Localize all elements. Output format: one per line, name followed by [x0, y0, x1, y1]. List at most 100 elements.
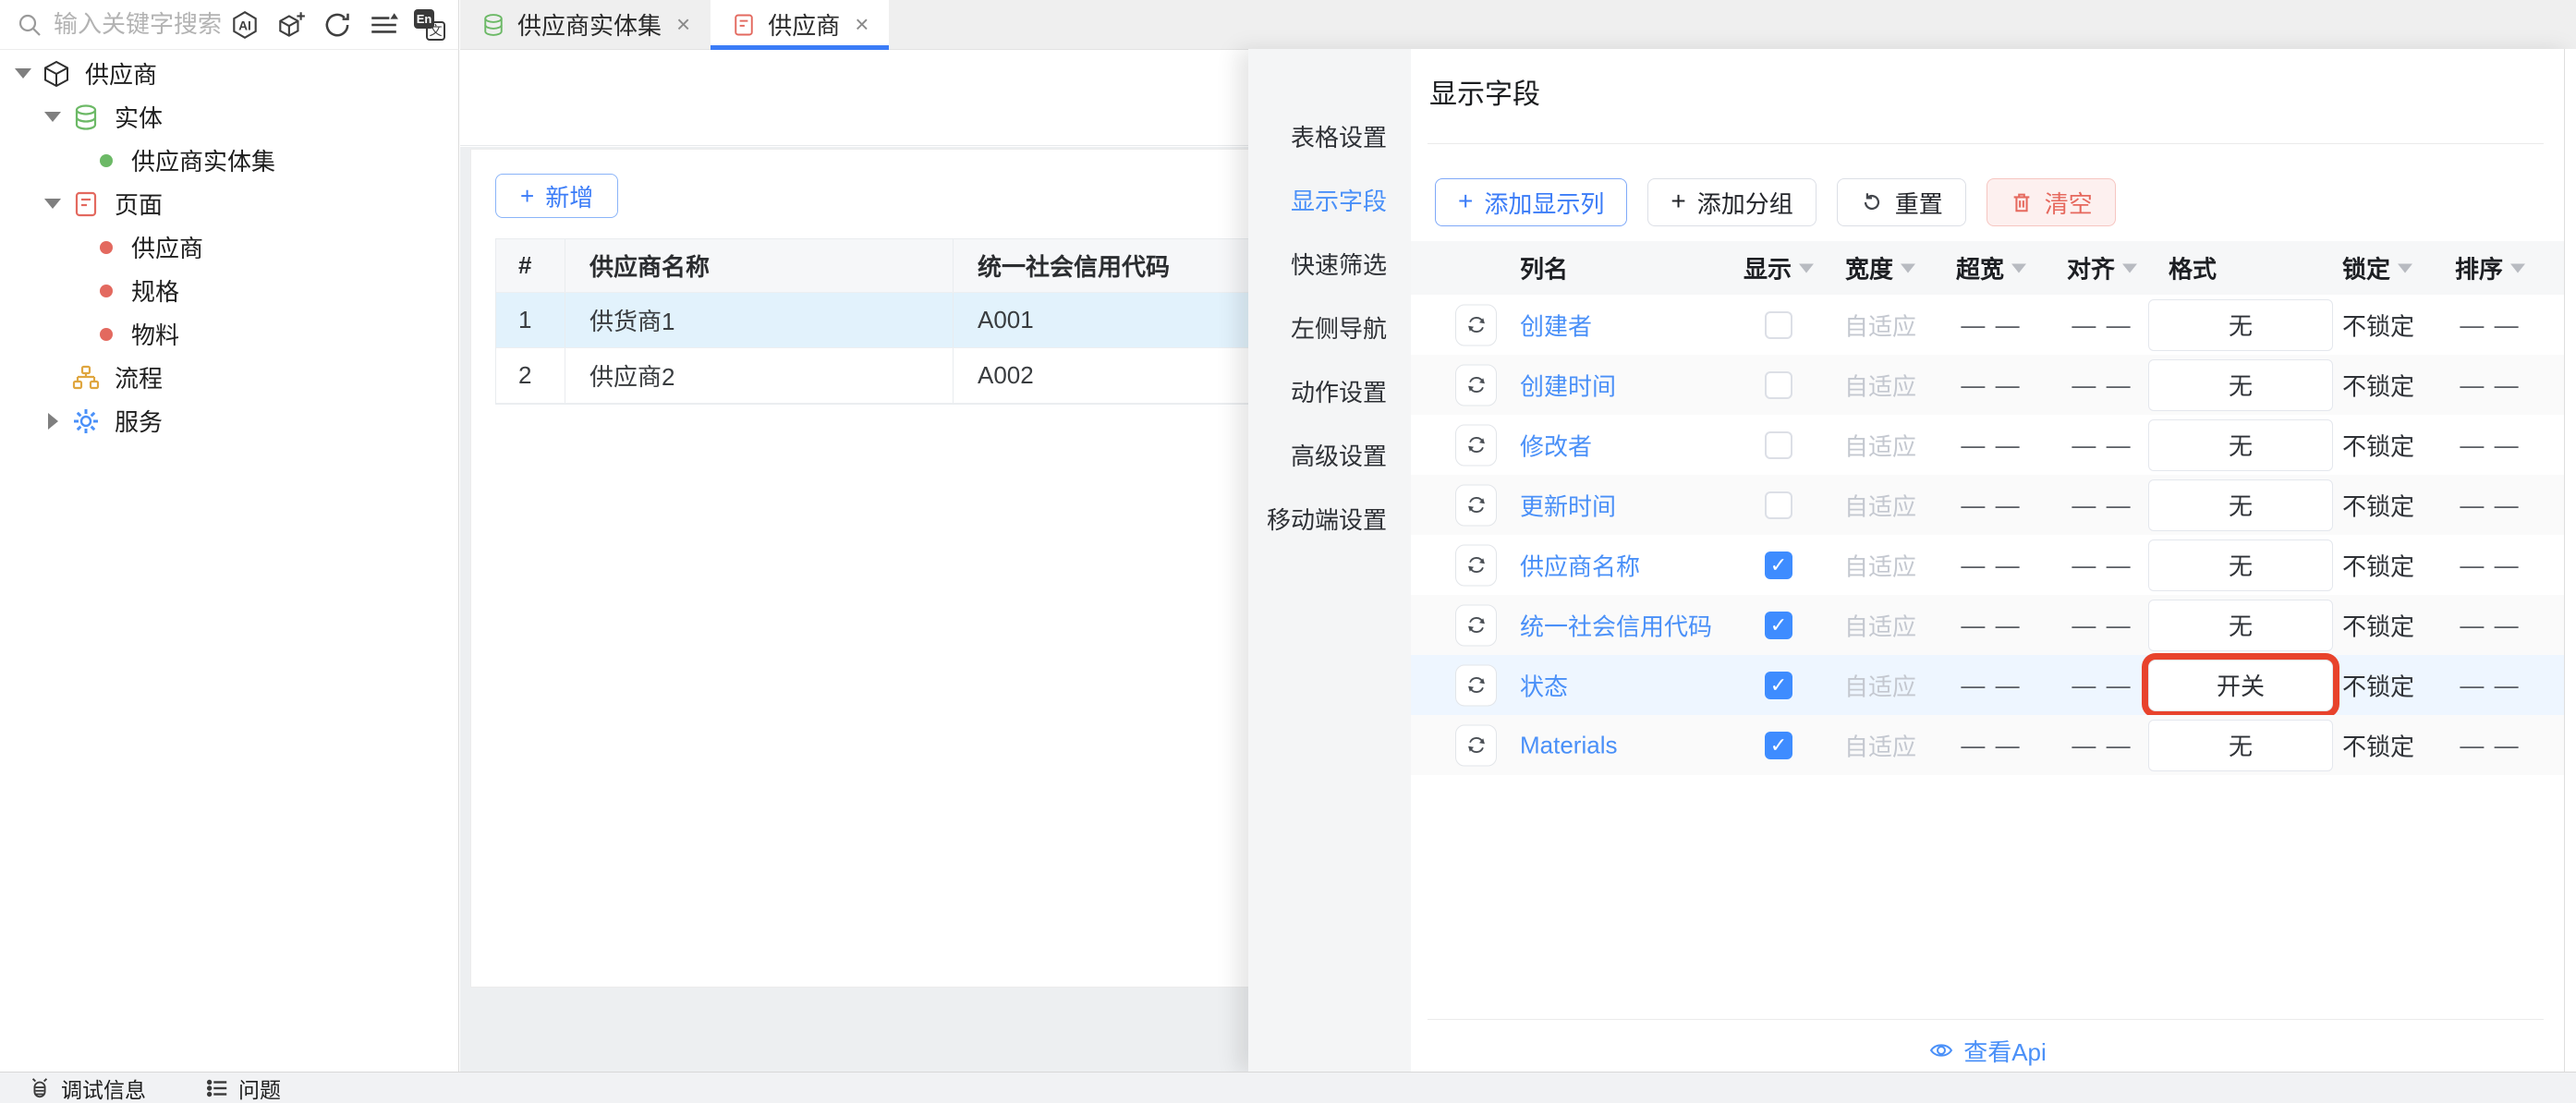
width-value[interactable]: 自适应 [1825, 368, 1936, 402]
show-checkbox[interactable] [1765, 311, 1792, 339]
menu-item-table-settings[interactable]: 表格设置 [1248, 104, 1411, 168]
refresh-icon[interactable] [322, 9, 353, 41]
add-record-button[interactable]: + 新增 [495, 174, 618, 218]
caret-right-icon[interactable] [43, 413, 63, 430]
tab-supplier-page[interactable]: 供应商 × [711, 0, 889, 49]
add-group-button[interactable]: + 添加分组 [1647, 178, 1816, 226]
menu-item-display-fields[interactable]: 显示字段 [1248, 168, 1411, 232]
view-api-link[interactable]: 查看Api [1411, 1030, 2564, 1071]
width-value[interactable]: 自适应 [1825, 668, 1936, 702]
swap-icon[interactable] [1455, 304, 1497, 345]
lock-value[interactable]: 不锁定 [2342, 728, 2414, 762]
caret-down-icon[interactable] [2398, 263, 2412, 273]
width-value[interactable]: 自适应 [1825, 608, 1936, 642]
sort-value[interactable]: — — [2444, 731, 2536, 759]
tree-node-supplier-entity-set[interactable]: 供应商实体集 [0, 139, 458, 182]
field-name-link[interactable]: 创建者 [1520, 308, 1592, 342]
lock-value[interactable]: 不锁定 [2342, 548, 2414, 582]
caret-down-icon[interactable] [1799, 263, 1814, 273]
sort-value[interactable]: — — [2444, 611, 2536, 639]
ai-icon[interactable]: AI [229, 9, 261, 41]
sort-value[interactable]: — — [2444, 370, 2536, 399]
lock-value[interactable]: 不锁定 [2342, 488, 2414, 522]
field-name-link[interactable]: 更新时间 [1520, 488, 1616, 522]
caret-down-icon[interactable] [43, 199, 63, 209]
show-checkbox[interactable] [1765, 431, 1792, 459]
field-name-link[interactable]: 状态 [1520, 668, 1568, 702]
tree-node-material-page[interactable]: 物料 [0, 312, 458, 356]
caret-down-icon[interactable] [2122, 263, 2137, 273]
debug-info-button[interactable]: 调试信息 [28, 1073, 146, 1103]
format-select-highlighted[interactable]: 开关 [2148, 660, 2333, 711]
swap-icon[interactable] [1455, 664, 1497, 706]
drawer-scrollbar[interactable] [2564, 49, 2576, 1072]
lock-value[interactable]: 不锁定 [2342, 308, 2414, 342]
overwide-value[interactable]: — — [1936, 430, 2047, 459]
tree-node-spec-page[interactable]: 规格 [0, 269, 458, 312]
format-select[interactable]: 无 [2148, 720, 2333, 771]
lock-value[interactable]: 不锁定 [2342, 428, 2414, 462]
sort-value[interactable]: — — [2444, 310, 2536, 339]
add-display-column-button[interactable]: + 添加显示列 [1435, 178, 1627, 226]
align-value[interactable]: — — [2047, 611, 2157, 639]
swap-icon[interactable] [1455, 424, 1497, 466]
caret-down-icon[interactable] [2510, 263, 2525, 273]
add-model-icon[interactable] [275, 9, 307, 41]
clear-button[interactable]: 清空 [1987, 178, 2116, 226]
align-value[interactable]: — — [2047, 370, 2157, 399]
sort-value[interactable]: — — [2444, 671, 2536, 699]
overwide-value[interactable]: — — [1936, 731, 2047, 759]
sort-value[interactable]: — — [2444, 551, 2536, 579]
overwide-value[interactable]: — — [1936, 671, 2047, 699]
caret-down-icon[interactable] [2011, 263, 2026, 273]
field-name-link[interactable]: Materials [1520, 731, 1617, 759]
show-checkbox-checked[interactable]: ✓ [1765, 612, 1792, 639]
format-select[interactable]: 无 [2148, 600, 2333, 651]
show-checkbox-checked[interactable]: ✓ [1765, 672, 1792, 699]
field-name-link[interactable]: 供应商名称 [1520, 548, 1640, 582]
lock-value[interactable]: 不锁定 [2342, 668, 2414, 702]
field-name-link[interactable]: 修改者 [1520, 428, 1592, 462]
show-checkbox-checked[interactable]: ✓ [1765, 552, 1792, 579]
sort-value[interactable]: — — [2444, 491, 2536, 519]
show-checkbox[interactable] [1765, 371, 1792, 399]
swap-icon[interactable] [1455, 484, 1497, 526]
format-select[interactable]: 无 [2148, 359, 2333, 411]
overwide-value[interactable]: — — [1936, 310, 2047, 339]
tree-node-supplier-page[interactable]: 供应商 [0, 225, 458, 269]
align-value[interactable]: — — [2047, 551, 2157, 579]
tree-node-flow-group[interactable]: 流程 [0, 356, 458, 399]
close-icon[interactable]: × [676, 10, 690, 39]
format-select[interactable]: 无 [2148, 419, 2333, 471]
menu-item-left-nav[interactable]: 左侧导航 [1248, 296, 1411, 359]
width-value[interactable]: 自适应 [1825, 488, 1936, 522]
width-value[interactable]: 自适应 [1825, 728, 1936, 762]
menu-item-mobile-settings[interactable]: 移动端设置 [1248, 487, 1411, 551]
caret-down-icon[interactable] [1901, 263, 1915, 273]
search-input[interactable] [54, 10, 229, 39]
width-value[interactable]: 自适应 [1825, 548, 1936, 582]
align-value[interactable]: — — [2047, 671, 2157, 699]
swap-icon[interactable] [1455, 544, 1497, 586]
menu-item-action-settings[interactable]: 动作设置 [1248, 359, 1411, 423]
show-checkbox-checked[interactable]: ✓ [1765, 732, 1792, 759]
menu-item-quick-filter[interactable]: 快速筛选 [1248, 232, 1411, 296]
tree-node-service-group[interactable]: 服务 [0, 399, 458, 442]
tree-node-entity-group[interactable]: 实体 [0, 95, 458, 139]
format-select[interactable]: 无 [2148, 299, 2333, 351]
format-select[interactable]: 无 [2148, 539, 2333, 591]
align-value[interactable]: — — [2047, 430, 2157, 459]
close-icon[interactable]: × [855, 10, 869, 39]
caret-down-icon[interactable] [13, 68, 33, 79]
outline-icon[interactable] [368, 9, 399, 41]
show-checkbox[interactable] [1765, 491, 1792, 519]
reset-button[interactable]: 重置 [1837, 178, 1966, 226]
tree-node-page-group[interactable]: 页面 [0, 182, 458, 225]
caret-down-icon[interactable] [43, 112, 63, 122]
issues-button[interactable]: 问题 [205, 1073, 281, 1103]
lock-value[interactable]: 不锁定 [2342, 608, 2414, 642]
width-value[interactable]: 自适应 [1825, 308, 1936, 342]
translate-icon[interactable]: En 文 [414, 9, 445, 41]
swap-icon[interactable] [1455, 364, 1497, 406]
field-name-link[interactable]: 创建时间 [1520, 368, 1616, 402]
